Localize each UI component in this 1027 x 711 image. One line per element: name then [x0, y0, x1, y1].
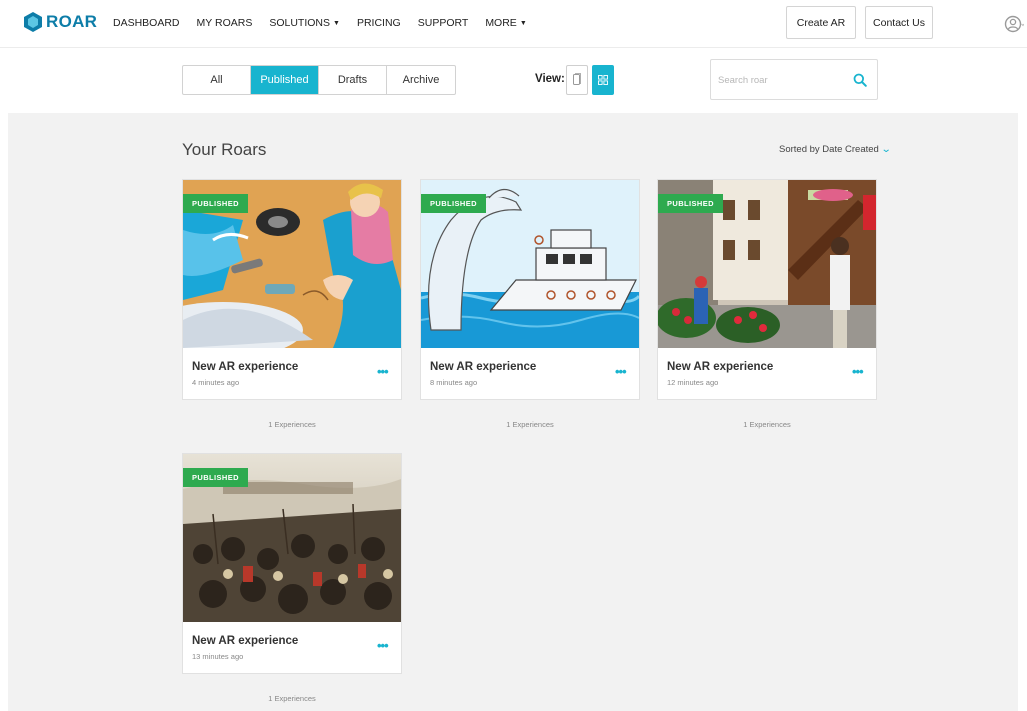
experience-count: 1 Experiences [268, 694, 316, 703]
chevron-down-icon: ⌄ [880, 144, 892, 155]
roar-logo[interactable]: ROAR [24, 12, 97, 32]
status-badge: PUBLISHED [183, 194, 248, 213]
status-badge: PUBLISHED [421, 194, 486, 213]
sort-dropdown[interactable]: Sorted by Date Created ⌄ [779, 144, 892, 155]
experience-count: 1 Experiences [506, 420, 554, 429]
roar-card[interactable]: PUBLISHED New AR experience 13 minutes a… [182, 453, 402, 674]
status-filter-tabs: All Published Drafts Archive [182, 65, 456, 95]
card-title[interactable]: New AR experience [192, 635, 298, 647]
card-timestamp: 8 minutes ago [430, 378, 478, 387]
roar-hexagon-icon [24, 12, 42, 32]
nav-support[interactable]: SUPPORT [418, 17, 469, 29]
experience-count: 1 Experiences [268, 420, 316, 429]
nav-my-roars[interactable]: MY ROARS [197, 17, 253, 29]
page-title: Your Roars [182, 140, 267, 159]
card-timestamp: 13 minutes ago [192, 652, 244, 661]
nav-pricing[interactable]: PRICING [357, 17, 401, 29]
card-title[interactable]: New AR experience [430, 361, 536, 373]
search-icon[interactable] [853, 73, 867, 87]
list-view-icon [573, 73, 581, 85]
more-options-icon[interactable]: ••• [377, 364, 389, 379]
nav-dashboard[interactable]: DASHBOARD [113, 17, 180, 29]
grid-view-icon [598, 75, 608, 85]
card-title[interactable]: New AR experience [192, 361, 298, 373]
roar-card[interactable]: PUBLISHED New AR experience 12 minutes a… [657, 179, 877, 400]
top-nav: ROAR DASHBOARD MY ROARS SOLUTIONS ▼ PRICI… [0, 0, 1027, 48]
main-menu: DASHBOARD MY ROARS SOLUTIONS ▼ PRICING SU… [113, 17, 544, 29]
more-options-icon[interactable]: ••• [615, 364, 627, 379]
tab-all[interactable]: All [183, 66, 251, 94]
card-timestamp: 4 minutes ago [192, 378, 240, 387]
card-title[interactable]: New AR experience [667, 361, 773, 373]
roar-card[interactable]: PUBLISHED New AR experience 4 minutes ag… [182, 179, 402, 400]
list-view-button[interactable] [566, 65, 588, 95]
caret-down-icon: ▼ [519, 20, 527, 27]
grid-view-button[interactable] [592, 65, 614, 95]
roar-card[interactable]: PUBLISHED New AR experience 8 minutes ag… [420, 179, 640, 400]
caret-down-icon: ▼ [333, 20, 340, 27]
status-badge: PUBLISHED [183, 468, 248, 487]
tab-drafts[interactable]: Drafts [319, 66, 387, 94]
user-circle-icon[interactable] [1004, 14, 1024, 34]
nav-solutions[interactable]: SOLUTIONS ▼ [269, 17, 340, 29]
brand-name: ROAR [46, 12, 98, 31]
tab-published[interactable]: Published [251, 66, 319, 94]
more-options-icon[interactable]: ••• [377, 638, 389, 653]
more-options-icon[interactable]: ••• [852, 364, 864, 379]
create-ar-button[interactable]: Create AR [786, 6, 856, 39]
search-box [710, 59, 878, 100]
card-timestamp: 12 minutes ago [667, 378, 719, 387]
contact-us-button[interactable]: Contact Us [865, 6, 933, 39]
view-label: View: [535, 73, 565, 85]
status-badge: PUBLISHED [658, 194, 723, 213]
nav-more[interactable]: MORE ▼ [485, 17, 526, 29]
search-input[interactable] [718, 70, 843, 90]
experience-count: 1 Experiences [743, 420, 791, 429]
tab-archive[interactable]: Archive [387, 66, 455, 94]
